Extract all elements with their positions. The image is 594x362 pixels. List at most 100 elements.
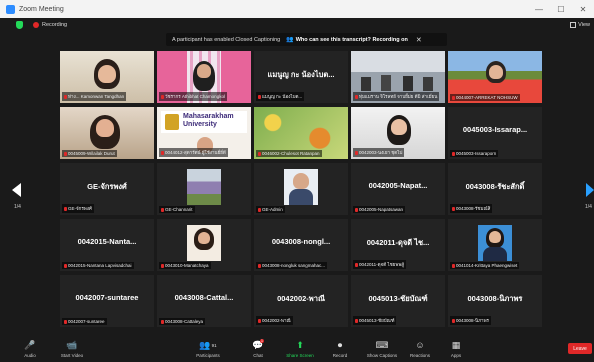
participant-name-label: 0042007-suntaree (62, 318, 107, 325)
participant-name-label: 0041014-Krittaya Phaengwiset (450, 262, 520, 269)
participant-tile[interactable]: 0044007-ARREKAT NOHSUW (448, 51, 542, 103)
university-logo-icon (165, 114, 179, 130)
participant-name-label: GE-Channarit (159, 206, 195, 213)
participant-tile[interactable]: 0043008-รัชะสักดิ์ 0043008-รัชมณ์สิ (448, 163, 542, 215)
reactions-icon: ☺ (415, 340, 425, 350)
participant-tile[interactable]: 0043008-nongl... 0043008-nongluk sangmah… (254, 219, 348, 271)
leave-meeting-button[interactable]: Leave (568, 343, 592, 354)
participant-tile[interactable]: 0045013-ชัยบัณฑ์ 0045013-ชัยบัณฑ์ (351, 275, 445, 327)
show-captions-button[interactable]: ⌨ Show Captions (362, 339, 402, 359)
university-name-line1: Mahasarakham (183, 113, 234, 120)
participant-name-label: 0042003-นงเยา ชุดไป (353, 148, 405, 157)
participant-display-name: GE-จักรพงศ์ (87, 182, 127, 191)
participant-tile[interactable]: 0042011-ดุจดี ไช... 0042011-ดุจดี ไชยพพส… (351, 219, 445, 271)
participant-name-label: 0046002-Chulesot Ratanpan (256, 150, 322, 157)
zoom-app-icon (6, 4, 15, 14)
participant-tile[interactable]: 0042003-นงเยา ชุดไป (351, 107, 445, 159)
participant-face (197, 64, 211, 78)
video-camera-icon: 📹 (66, 339, 78, 350)
participant-name-label: 0042005-Napatsawan (353, 206, 406, 213)
participant-name-label: GE-จักรพงศ์ (62, 204, 94, 213)
participant-tile[interactable]: ห่าง... Kamonwan Tangdhan (60, 51, 154, 103)
participant-tile[interactable]: ทุ่มแมราน จิโรลทย์ จาบยี้ม่ย ดีมิ ส่าเมี… (351, 51, 445, 103)
page-indicator-left: 1/4 (14, 204, 21, 210)
participant-display-name: 0043008-nongl... (271, 237, 331, 246)
captions-icon: ⌨ (375, 339, 389, 350)
participant-profile-picture (187, 169, 221, 205)
participant-tile[interactable]: 0043010-Manatchaya (157, 219, 251, 271)
participant-name-label: 0043008-nongluk sangmahac... (256, 262, 328, 269)
participants-count: 91 (211, 342, 217, 348)
participant-tile[interactable]: 0045009-Wilailak Durut (60, 107, 154, 159)
grid-view-icon (570, 22, 577, 28)
participant-tile[interactable]: 0042002-พาณี 0042002-พาณี (254, 275, 348, 327)
window-titlebar: Zoom Meeting — ☐ ✕ (0, 0, 594, 18)
cc-banner-close-button[interactable]: ✕ (416, 36, 422, 44)
participant-tile[interactable]: GE-จักรพงศ์ GE-จักรพงศ์ (60, 163, 154, 215)
participant-display-name: 0042007-suntaree (75, 293, 139, 302)
meeting-controls-toolbar: 🎤 Audio 📹 Start Video 👥 91 Participants 💬… (0, 336, 594, 362)
participant-tile[interactable]: 0042007-suntaree 0042007-suntaree (60, 275, 154, 327)
share-screen-button[interactable]: ⬆ Share Screen (280, 339, 320, 359)
participant-display-name: 0045003-Issarap... (462, 125, 528, 134)
window-controls: — ☐ ✕ (528, 5, 594, 14)
participant-display-name: 0042015-Nanta... (77, 237, 137, 246)
participant-tile[interactable]: Mahasarakham University 0044012-สุดารัตน์… (157, 107, 251, 159)
participant-profile-picture (478, 225, 512, 261)
participant-tile[interactable]: 0046002-Chulesot Ratanpan (254, 107, 348, 159)
participant-name-label: 0043010-Manatchaya (159, 262, 211, 269)
participant-tile[interactable]: แมนูญ กะ น้องไบต... แมนูญ กะ น้องไบต... (254, 51, 348, 103)
start-video-button[interactable]: 📹 Start Video (52, 339, 92, 359)
participant-tile[interactable]: 0041014-Krittaya Phaengwiset (448, 219, 542, 271)
participant-name-label: วัชรากร Athibhat Chamongkol (159, 92, 227, 101)
microphone-icon: 🎤 (24, 339, 36, 350)
participant-display-name: 0043008-รัชะสักดิ์ (465, 182, 525, 191)
participant-tile[interactable]: GE-Admin (254, 163, 348, 215)
view-button[interactable]: View (570, 22, 590, 28)
participant-name-label: GE-Admin (256, 206, 285, 213)
participant-name-label: ทุ่มแมราน จิโรลทย์ จาบยี้ม่ย ดีมิ ส่าเมี… (353, 92, 440, 101)
chat-unread-badge: 1 (260, 339, 264, 343)
participant-tile[interactable]: 0045003-Issarap... 0045003-Issaraporn (448, 107, 542, 159)
minimize-button[interactable]: — (528, 5, 550, 14)
participant-name-label: 0045009-Wilailak Durut (62, 150, 117, 157)
university-banner: Mahasarakham University (161, 111, 247, 133)
participant-name-label: 0045013-ชัยบัณฑ์ (353, 316, 397, 325)
apps-button[interactable]: ▦ Apps (436, 339, 476, 359)
participant-tile[interactable]: วัชรากร Athibhat Chamongkol (157, 51, 251, 103)
maximize-button[interactable]: ☐ (550, 5, 572, 14)
cc-transcript-link[interactable]: Who can see this transcript? Recording o… (296, 37, 408, 43)
participant-tile[interactable]: 0042005-Napat... 0042005-Napatsawan (351, 163, 445, 215)
reactions-button[interactable]: ☺ Reactions (400, 339, 440, 358)
participant-display-name: 0042005-Napat... (368, 181, 428, 190)
share-screen-icon: ⬆ (296, 339, 304, 350)
participant-name-label: 0045003-Issaraporn (450, 150, 499, 157)
participant-profile-picture (284, 169, 318, 205)
apps-icon: ▦ (451, 339, 461, 350)
participant-tile[interactable]: GE-Channarit (157, 163, 251, 215)
chat-button[interactable]: 💬 1 Chat (238, 339, 278, 358)
participant-tile[interactable]: 0042015-Nanta... 0042015-Nantana Lapvisa… (60, 219, 154, 271)
previous-page-arrow-icon[interactable] (12, 183, 21, 197)
participants-button[interactable]: 👥 91 Participants (188, 339, 228, 359)
participant-tile[interactable]: 0043008-Cattal... 0043008-Cattaleya (157, 275, 251, 327)
closed-caption-banner: A participant has enabled Closed Caption… (166, 33, 447, 46)
participant-tile[interactable]: 0043008-นิภาพร 0043008-นิภาพร (448, 275, 542, 327)
record-button[interactable]: ⏺ Record (320, 339, 360, 359)
participant-display-name: 0042002-พาณี (277, 294, 325, 303)
participant-display-name: 0042011-ดุจดี ไช... (366, 238, 430, 247)
participant-name-label: 0044012-สุดารัตน์ ผู้ใช้งานยี่ยี่ดี (159, 148, 228, 157)
recording-label[interactable]: Recording (42, 22, 67, 28)
security-shield-icon[interactable] (16, 21, 23, 29)
participant-name-label: 0042002-พาณี (256, 316, 293, 325)
next-page-arrow-icon[interactable] (586, 183, 594, 197)
participant-display-name: 0043008-Cattal... (174, 293, 234, 302)
people-icon: 👥 (286, 37, 294, 43)
meeting-info-bar: Recording View (0, 18, 594, 32)
participant-name-label: 0043008-นิภาพร (450, 316, 491, 325)
participant-name-label: 0043008-รัชมณ์สิ (450, 204, 493, 213)
close-window-button[interactable]: ✕ (572, 5, 594, 14)
participant-display-name: แมนูญ กะ น้องไบต... (267, 70, 335, 79)
audio-button[interactable]: 🎤 Audio (10, 339, 50, 359)
participants-icon: 👥 91 (199, 339, 217, 350)
